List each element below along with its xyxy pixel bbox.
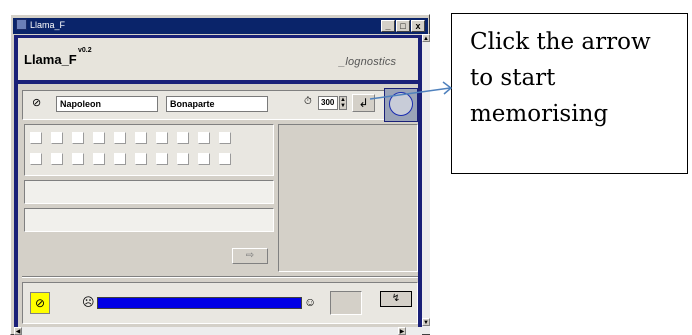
callout-arrow [369,81,453,100]
callout-arrow-line [369,87,451,100]
screenshot-stage: Llama_F _ □ x Llama_F v0.2 _lognostics ⊘… [0,0,692,335]
